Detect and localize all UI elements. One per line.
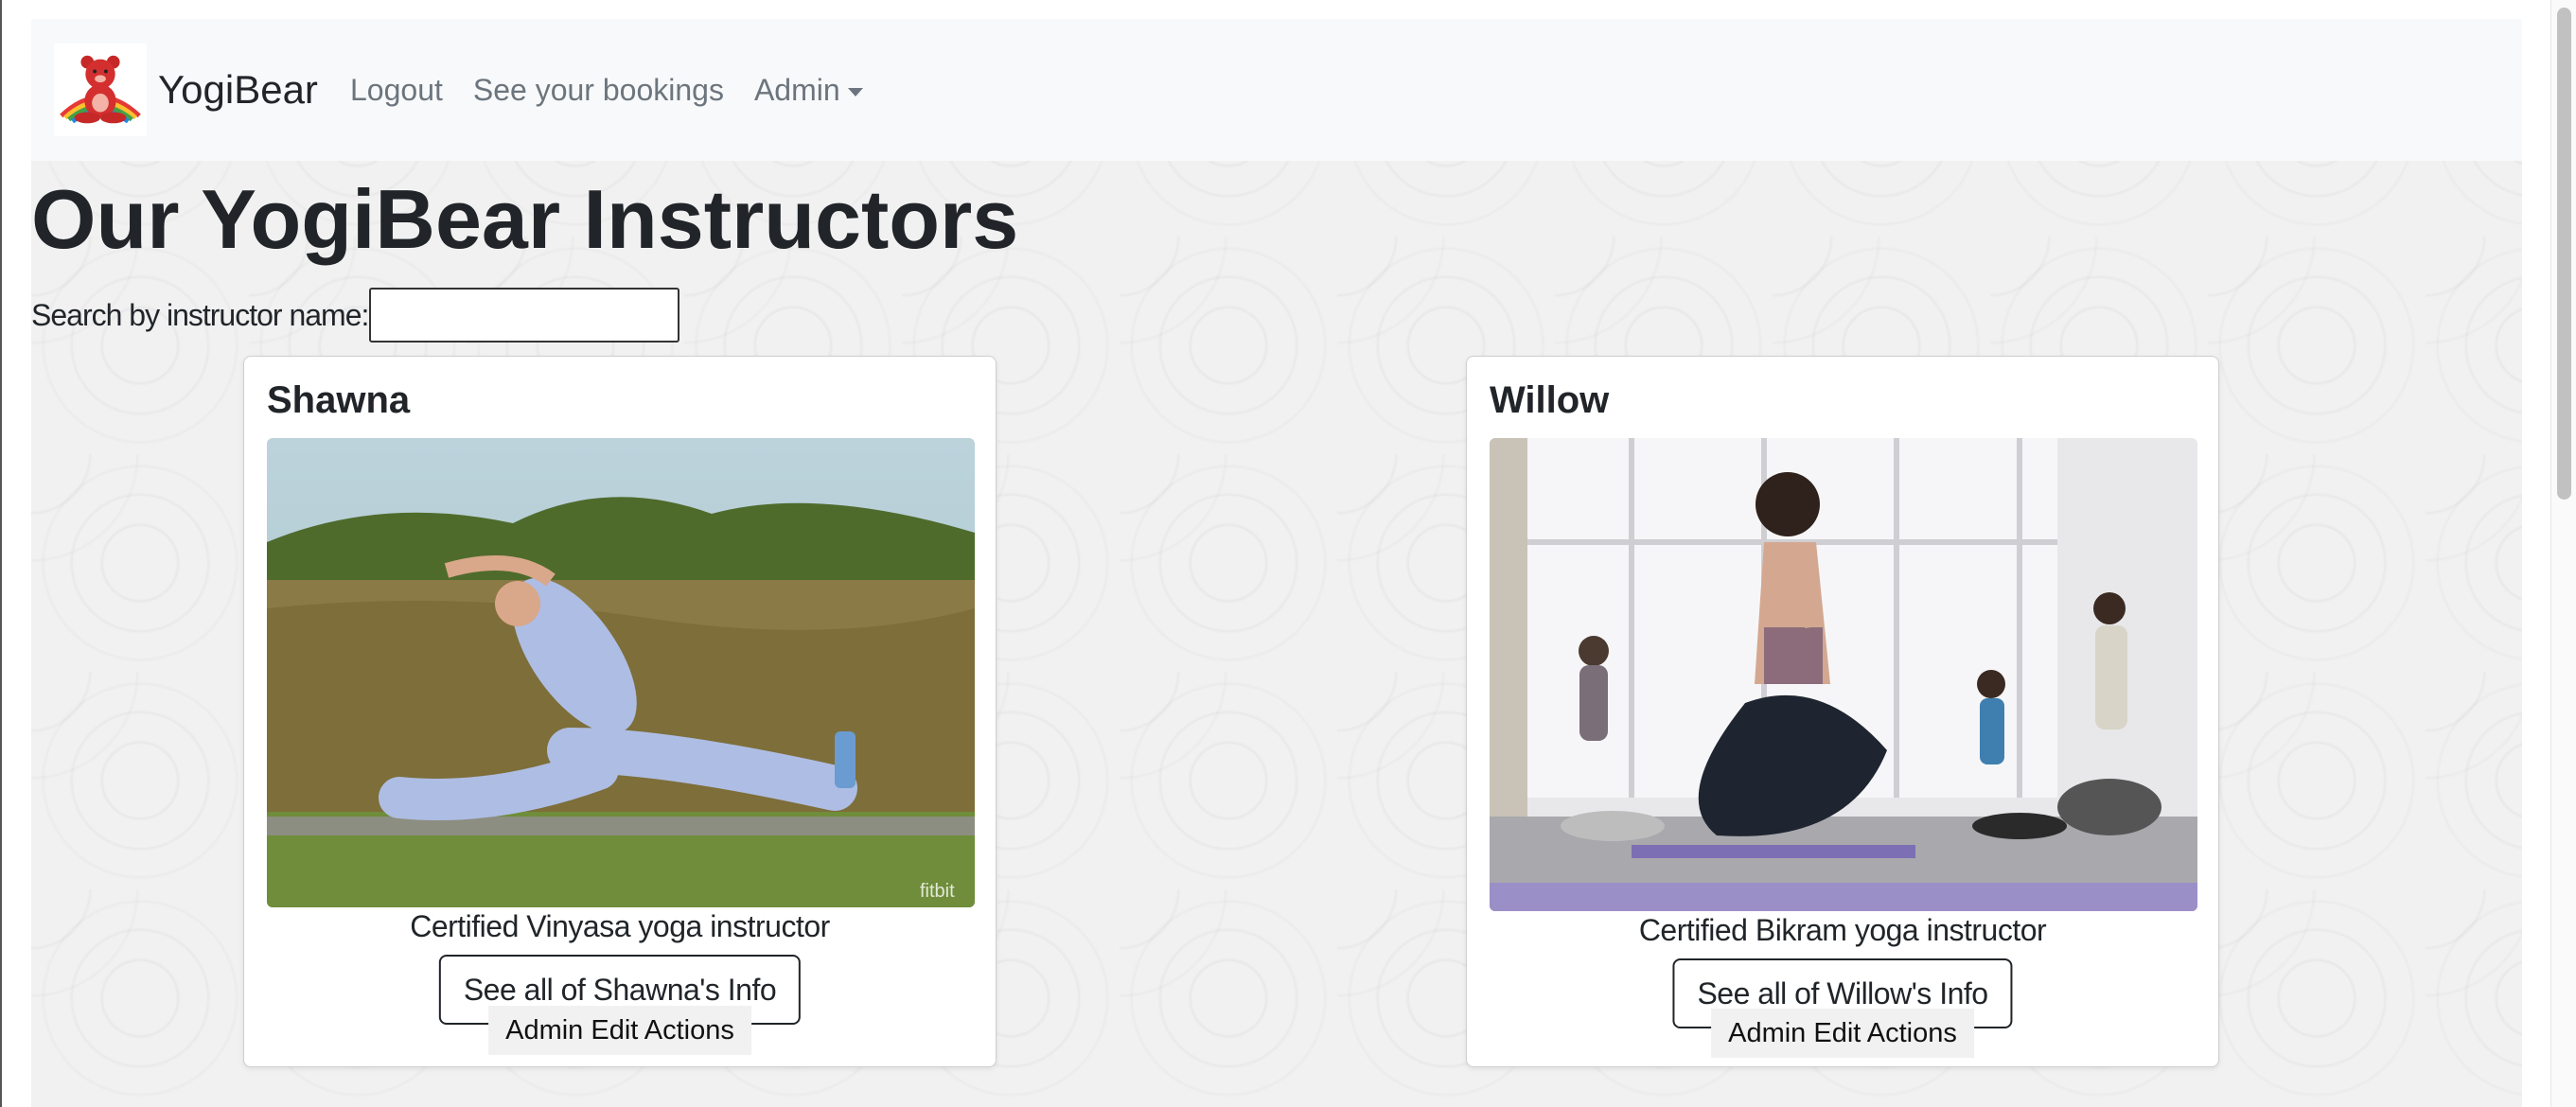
instructor-photo (1490, 438, 2197, 911)
photo-watermark: fitbit (920, 881, 955, 902)
navbar: YogiBear Logout See your bookings Admin (31, 19, 2522, 161)
nav-bookings-link[interactable]: See your bookings (473, 73, 724, 108)
search-input[interactable] (369, 288, 680, 343)
admin-edit-actions-button[interactable]: Admin Edit Actions (488, 1006, 751, 1055)
instructor-name: Willow (1490, 379, 1610, 421)
admin-edit-actions-button[interactable]: Admin Edit Actions (1711, 1009, 1974, 1058)
yogibear-logo-icon (54, 44, 147, 136)
search-label: Search by instructor name: (31, 297, 369, 332)
search-row: Search by instructor name: (31, 286, 680, 344)
scrollbar-thumb[interactable] (2557, 8, 2571, 500)
instructor-description: Certified Vinyasa yoga instructor (410, 909, 830, 943)
page-container: YogiBear Logout See your bookings Admin … (31, 19, 2522, 1107)
window-left-edge (0, 0, 2, 1107)
caret-down-icon (847, 87, 863, 97)
instructor-card-willow: Willow Certified Bikram yoga instructor … (1466, 356, 2219, 1067)
brand-link[interactable]: YogiBear (54, 44, 318, 136)
nav-logout-link[interactable]: Logout (350, 73, 443, 108)
nav-links: Logout See your bookings Admin (350, 19, 893, 161)
instructor-description: Certified Bikram yoga instructor (1638, 913, 2047, 947)
vertical-scrollbar[interactable] (2550, 0, 2576, 1107)
page-title: Our YogiBear Instructors (31, 172, 1019, 266)
instructor-photo: fitbit (267, 438, 975, 907)
nav-admin-label: Admin (753, 72, 840, 107)
instructor-card-shawna: Shawna fitbit Certified Vinyasa yoga ins… (243, 356, 997, 1067)
brand-name: YogiBear (158, 67, 318, 112)
instructor-name: Shawna (267, 379, 411, 421)
nav-admin-dropdown[interactable]: Admin (754, 73, 863, 108)
